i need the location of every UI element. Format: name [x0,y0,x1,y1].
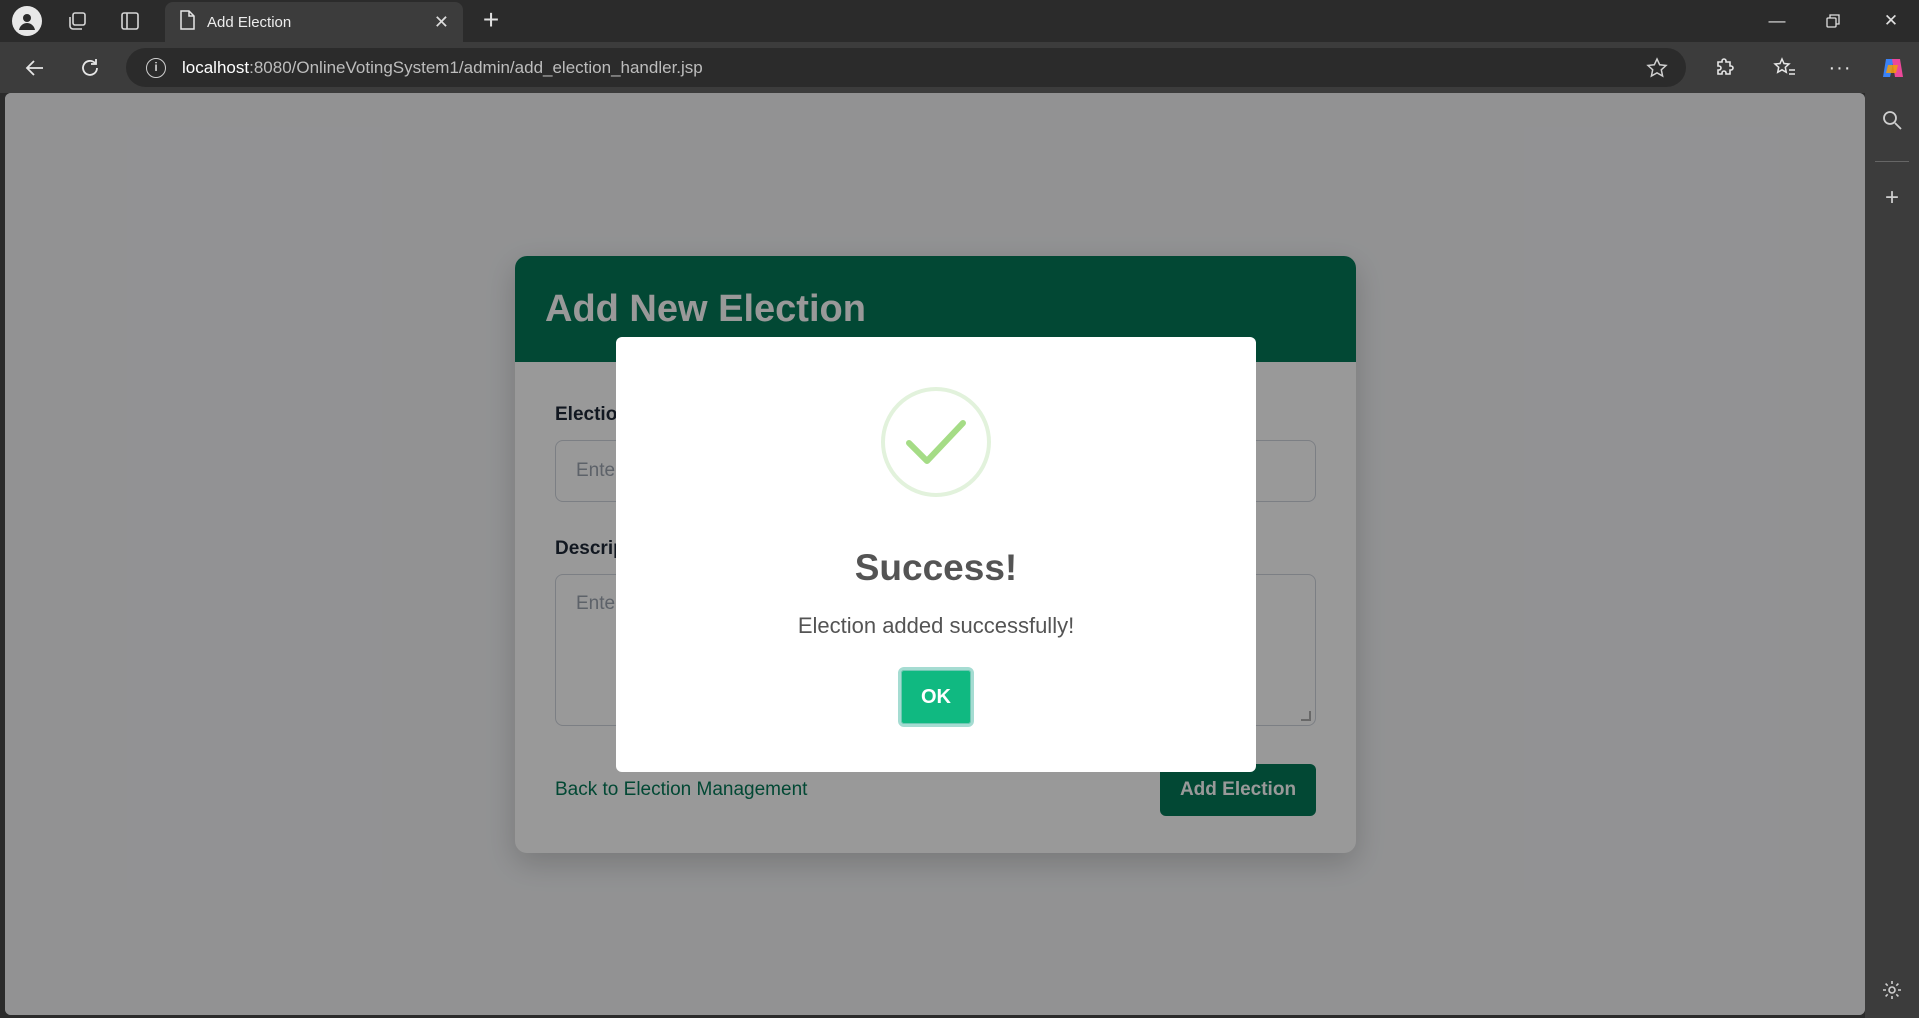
side-panel: + [1865,93,1919,1018]
copilot-icon[interactable] [1878,53,1908,83]
url-field[interactable]: i localhost:8080/OnlineVotingSystem1/adm… [126,48,1686,87]
extensions-icon[interactable] [1710,53,1740,83]
dialog-title: Success! [854,547,1018,588]
favorites-icon[interactable] [1770,53,1800,83]
page-viewport: Add New Election Election Ente Descrip E… [5,93,1865,1015]
tab-add-election[interactable]: Add Election ✕ [165,2,463,42]
close-window-icon[interactable]: ✕ [1878,8,1904,34]
tab-bar: Add Election ✕ + — ✕ [0,0,1919,42]
address-bar: i localhost:8080/OnlineVotingSystem1/adm… [0,42,1919,93]
minimize-icon[interactable]: — [1764,8,1790,34]
star-icon[interactable] [1642,53,1672,83]
vertical-tabs-icon[interactable] [115,6,145,36]
success-check-icon [881,387,991,497]
info-icon[interactable]: i [146,57,166,78]
plus-icon[interactable]: + [1877,183,1907,213]
side-divider [1875,161,1909,162]
modal-overlay: Success! Election added successfully! OK [5,93,1865,1015]
restore-icon[interactable] [1820,8,1846,34]
refresh-icon[interactable] [75,53,105,83]
settings-icon[interactable] [1877,975,1907,1005]
dialog-message: Election added successfully! [797,613,1075,638]
back-arrow-icon[interactable] [20,53,50,83]
url-path: :8080/OnlineVotingSystem1/admin/add_elec… [249,57,703,77]
workspaces-icon[interactable] [62,6,92,36]
search-icon[interactable] [1877,105,1907,135]
success-dialog: Success! Election added successfully! OK [616,337,1256,772]
more-icon[interactable]: ··· [1825,53,1855,83]
plus-icon[interactable]: + [476,6,506,36]
tab-title: Add Election [207,13,292,31]
ok-button[interactable]: OK [898,667,974,727]
close-icon[interactable]: ✕ [434,12,449,33]
page-icon [179,10,195,34]
profile-icon[interactable] [12,6,42,36]
url-host: localhost [182,57,250,77]
